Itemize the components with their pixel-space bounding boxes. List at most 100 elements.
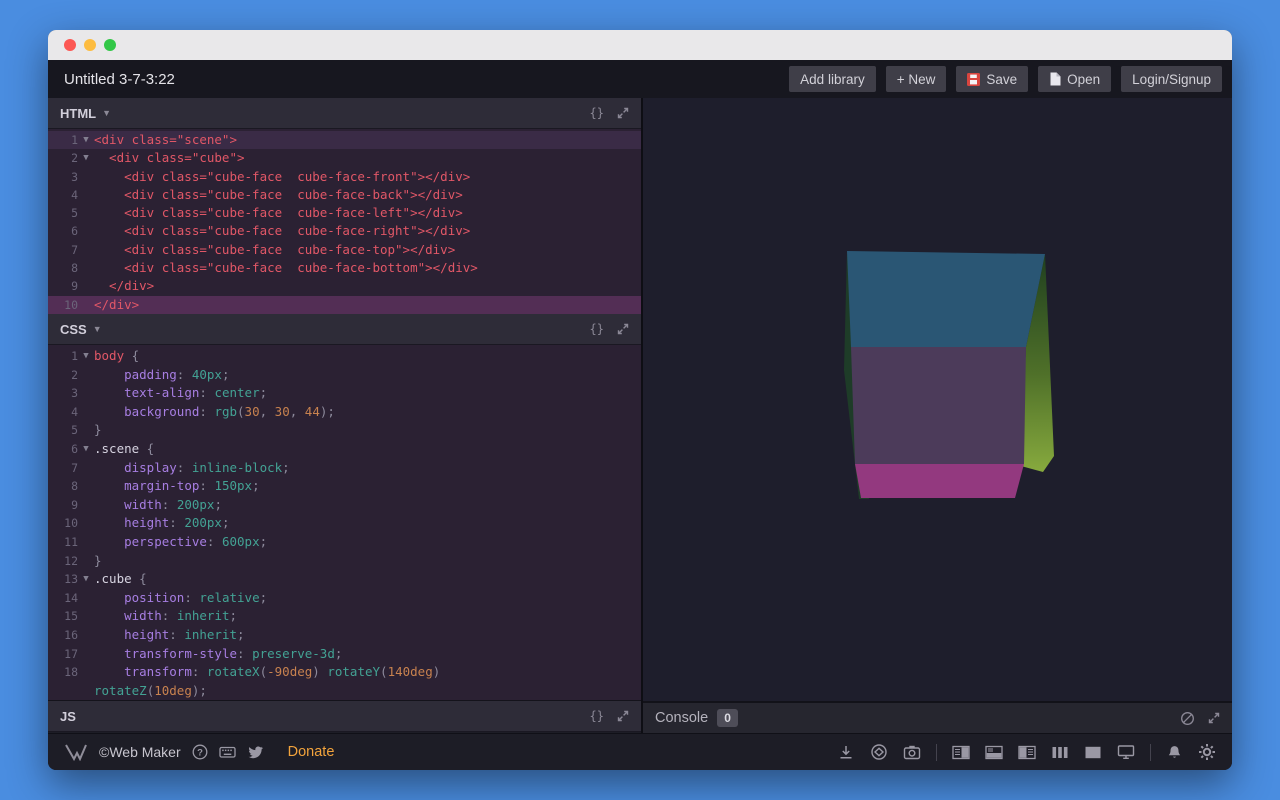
line-number: 15 [48, 607, 78, 626]
code-line[interactable]: 12} [48, 552, 641, 571]
code-line[interactable]: 7 display: inline-block; [48, 459, 641, 478]
console-bar[interactable]: Console 0 [643, 701, 1232, 733]
titlebar [48, 30, 1232, 60]
fold-gutter [78, 589, 94, 608]
layout-split-horizontal-icon[interactable] [985, 745, 1003, 760]
line-number: 5 [48, 204, 78, 222]
code-line[interactable]: 7 <div class="cube-face cube-face-top"><… [48, 241, 641, 259]
divider [936, 744, 937, 761]
preview-column: Console 0 [643, 98, 1232, 733]
code-line[interactable]: 13▼.cube { [48, 570, 641, 589]
code-line[interactable]: 4 <div class="cube-face cube-face-back">… [48, 186, 641, 204]
code-line[interactable]: 10 height: 200px; [48, 514, 641, 533]
code-line[interactable]: 6 <div class="cube-face cube-face-right"… [48, 222, 641, 240]
code-text: <div class="cube-face cube-face-left"></… [94, 204, 463, 222]
code-line[interactable]: rotateZ(10deg); [48, 682, 641, 700]
line-number: 14 [48, 589, 78, 608]
twitter-icon[interactable] [247, 744, 263, 760]
code-line[interactable]: 11 perspective: 600px; [48, 533, 641, 552]
code-line[interactable]: 5} [48, 421, 641, 440]
code-line[interactable]: 3 <div class="cube-face cube-face-front"… [48, 168, 641, 186]
help-icon[interactable]: ? [192, 744, 208, 760]
login-signup-button[interactable]: Login/Signup [1121, 66, 1222, 92]
save-icon [967, 73, 980, 86]
format-code-icon[interactable]: {} [590, 709, 604, 723]
code-text: } [94, 552, 102, 571]
layout-full-icon[interactable] [1084, 745, 1102, 760]
line-number: 8 [48, 477, 78, 496]
detached-preview-icon[interactable] [1117, 744, 1135, 760]
code-line[interactable]: 6▼.scene { [48, 440, 641, 459]
code-line[interactable]: 9 width: 200px; [48, 496, 641, 515]
code-line[interactable]: 9 </div> [48, 277, 641, 295]
screenshot-icon[interactable] [903, 744, 921, 760]
expand-pane-icon[interactable] [617, 107, 629, 119]
code-line[interactable]: 8 <div class="cube-face cube-face-bottom… [48, 259, 641, 277]
expand-pane-icon[interactable] [617, 710, 629, 722]
donate-link[interactable]: Donate [288, 744, 335, 760]
code-line[interactable]: 10</div> [48, 296, 641, 314]
js-pane-header[interactable]: JS {} [48, 701, 641, 732]
code-line[interactable]: 4 background: rgb(30, 30, 44); [48, 403, 641, 422]
css-code-editor[interactable]: 1▼body {2 padding: 40px;3 text-align: ce… [48, 345, 641, 700]
format-code-icon[interactable]: {} [590, 106, 604, 120]
code-text: height: inherit; [94, 626, 245, 645]
layout-split-vertical-icon[interactable] [952, 745, 970, 760]
line-number: 2 [48, 366, 78, 385]
fold-gutter [78, 168, 94, 186]
layout-columns-icon[interactable] [1051, 745, 1069, 760]
cube-face-top [847, 251, 1045, 347]
notifications-icon[interactable] [1166, 744, 1183, 761]
code-line[interactable]: 8 margin-top: 150px; [48, 477, 641, 496]
code-line[interactable]: 5 <div class="cube-face cube-face-left">… [48, 204, 641, 222]
code-text: rotateZ(10deg); [94, 682, 207, 700]
code-line[interactable]: 17 transform-style: preserve-3d; [48, 645, 641, 664]
add-library-button[interactable]: Add library [789, 66, 876, 92]
fold-toggle-icon[interactable]: ▼ [78, 347, 94, 366]
settings-icon[interactable] [1198, 743, 1216, 761]
code-line[interactable]: 1▼<div class="scene"> [48, 131, 641, 149]
open-button[interactable]: Open [1038, 66, 1111, 92]
fold-gutter [78, 259, 94, 277]
expand-console-icon[interactable] [1208, 712, 1220, 724]
code-line[interactable]: 15 width: inherit; [48, 607, 641, 626]
new-button[interactable]: + New [886, 66, 947, 92]
codepen-icon[interactable] [870, 743, 888, 761]
css-pane-header[interactable]: CSS ▼ {} [48, 314, 641, 345]
line-number: 6 [48, 440, 78, 459]
fold-gutter [78, 626, 94, 645]
expand-pane-icon[interactable] [617, 323, 629, 335]
download-icon[interactable] [837, 744, 855, 761]
layout-split-left-icon[interactable] [1018, 745, 1036, 760]
code-line[interactable]: 2 padding: 40px; [48, 366, 641, 385]
zoom-window-button[interactable] [104, 39, 116, 51]
keyboard-icon[interactable] [219, 744, 236, 760]
code-line[interactable]: 16 height: inherit; [48, 626, 641, 645]
minimize-window-button[interactable] [84, 39, 96, 51]
fold-gutter [78, 222, 94, 240]
code-line[interactable]: 3 text-align: center; [48, 384, 641, 403]
fold-gutter [78, 533, 94, 552]
code-line[interactable]: 14 position: relative; [48, 589, 641, 608]
code-line[interactable]: 2▼ <div class="cube"> [48, 149, 641, 167]
js-pane: JS {} [48, 700, 641, 733]
fold-toggle-icon[interactable]: ▼ [78, 570, 94, 589]
format-code-icon[interactable]: {} [590, 322, 604, 336]
code-line[interactable]: 18 transform: rotateX(-90deg) rotateY(14… [48, 663, 641, 682]
save-button[interactable]: Save [956, 66, 1028, 92]
html-code-editor[interactable]: 1▼<div class="scene">2▼ <div class="cube… [48, 129, 641, 314]
fold-toggle-icon[interactable]: ▼ [78, 149, 94, 167]
clear-console-icon[interactable] [1180, 711, 1195, 726]
code-line[interactable]: 1▼body { [48, 347, 641, 366]
code-text: .scene { [94, 440, 154, 459]
fold-gutter [78, 477, 94, 496]
preview-area [643, 98, 1232, 701]
fold-toggle-icon[interactable]: ▼ [78, 131, 94, 149]
web-maker-logo [64, 743, 88, 761]
html-pane-header[interactable]: HTML ▼ {} [48, 98, 641, 129]
fold-toggle-icon[interactable]: ▼ [78, 440, 94, 459]
code-text: <div class="scene"> [94, 131, 237, 149]
line-number: 4 [48, 186, 78, 204]
code-text: </div> [94, 277, 154, 295]
close-window-button[interactable] [64, 39, 76, 51]
